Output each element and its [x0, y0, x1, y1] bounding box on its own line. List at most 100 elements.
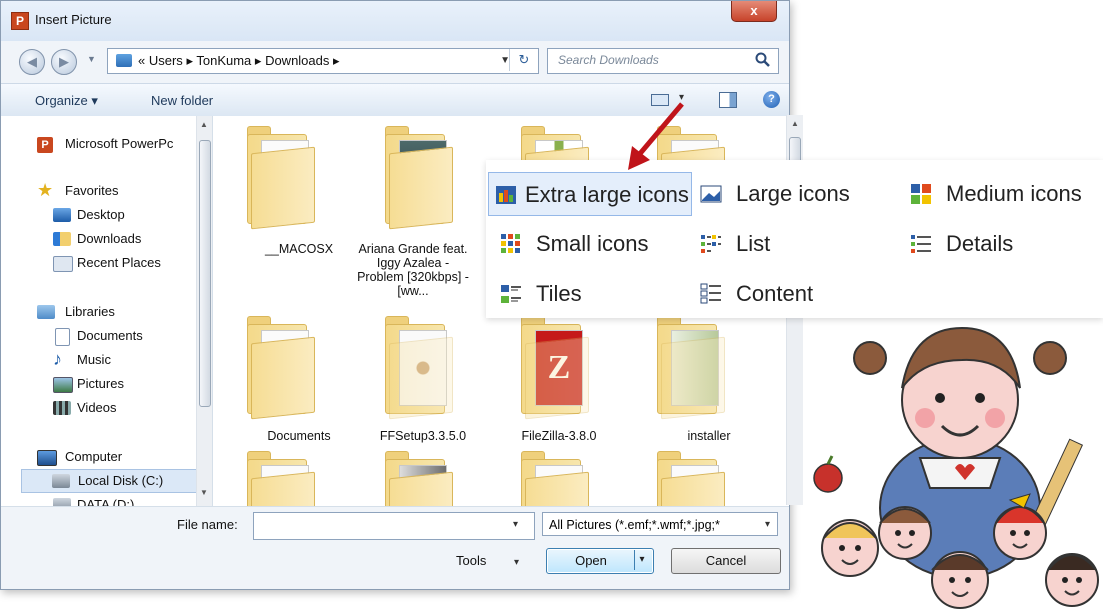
navigation-pane: P Microsoft PowerPc ★ Favorites Desktop … — [1, 116, 213, 506]
nav-item-label: Pictures — [77, 376, 124, 391]
extra-large-icons-icon — [496, 186, 516, 204]
folder-icon — [116, 54, 132, 67]
folder-icon[interactable] — [657, 316, 731, 420]
tiles-icon — [501, 285, 521, 303]
libraries-icon — [37, 305, 55, 319]
breadcrumb-overflow[interactable]: « — [138, 53, 145, 68]
breadcrumb-separator[interactable]: ▸ — [333, 53, 340, 68]
file-type-dropdown-icon[interactable]: ▾ — [765, 519, 770, 530]
nav-scrollbar[interactable]: ▲ ▼ — [196, 116, 212, 506]
menu-item-label: List — [736, 231, 771, 256]
view-options-menu: Extra large icons Large icons Medium ico… — [486, 160, 1103, 318]
nav-scroll-thumb[interactable] — [199, 140, 211, 407]
scroll-up-icon[interactable]: ▲ — [791, 119, 799, 128]
nav-item-label: Libraries — [65, 304, 115, 319]
menu-item-extra-large-icons[interactable]: Extra large icons — [488, 172, 692, 216]
nav-item-label: Favorites — [65, 183, 119, 198]
star-icon: ★ — [37, 180, 54, 200]
content-icon — [700, 283, 721, 304]
list-icon — [701, 235, 721, 253]
breadcrumb-tonkuma[interactable]: TonKuma — [196, 53, 251, 68]
folder-icon[interactable] — [385, 451, 459, 506]
medium-icons-icon — [911, 184, 931, 204]
menu-item-label: Extra large icons — [525, 182, 689, 207]
powerpoint-icon: P — [11, 12, 29, 30]
search-input[interactable]: Search Downloads — [547, 48, 779, 74]
music-icon: ♪ — [53, 349, 62, 369]
menu-item-label: Large icons — [736, 181, 850, 206]
downloads-icon — [53, 232, 71, 246]
file-label[interactable]: Documents — [239, 429, 359, 443]
folder-icon[interactable] — [247, 451, 321, 506]
children-illustration — [813, 326, 1099, 609]
dialog-title: Insert Picture — [35, 12, 112, 27]
nav-item-label: Music — [77, 352, 111, 367]
nav-item-local-disk[interactable]: Local Disk (C:) — [21, 469, 197, 493]
red-arrow-pointer — [628, 102, 684, 170]
nav-item-label: Microsoft PowerPc — [65, 136, 174, 151]
folder-icon[interactable] — [657, 451, 731, 506]
file-label[interactable]: Ariana Grande feat. Iggy Azalea - Proble… — [353, 242, 473, 298]
address-bar[interactable]: « Users ▸ TonKuma ▸ Downloads ▸ ▼ — [107, 48, 539, 74]
file-label[interactable]: FileZilla-3.8.0 — [499, 429, 619, 443]
open-options-dropdown-icon[interactable]: ▾ — [634, 550, 649, 570]
preview-pane-icon[interactable] — [719, 92, 737, 108]
desktop-icon — [53, 208, 71, 222]
menu-item-label: Small icons — [536, 231, 649, 256]
file-name-dropdown-icon[interactable]: ▾ — [513, 519, 518, 530]
breadcrumb-separator[interactable]: ▸ — [255, 53, 262, 68]
organize-button[interactable]: Organize ▾ — [35, 93, 98, 109]
file-label[interactable]: FFSetup3.3.5.0 — [363, 429, 483, 443]
scroll-down-icon[interactable]: ▼ — [200, 488, 208, 497]
nav-item-label: Videos — [77, 400, 117, 415]
nav-item-label: Recent Places — [77, 255, 161, 270]
file-label[interactable]: installer — [649, 429, 769, 443]
file-name-input[interactable] — [253, 512, 535, 540]
file-name-label: File name: — [177, 517, 238, 532]
large-icons-icon — [700, 185, 722, 203]
help-icon[interactable]: ? — [763, 91, 780, 108]
back-button[interactable]: ◀ — [19, 49, 45, 75]
nav-item-label: Local Disk (C:) — [78, 473, 164, 488]
cancel-button[interactable]: Cancel — [671, 548, 781, 574]
recent-places-icon — [53, 256, 73, 272]
nav-item-label: DATA (D:) — [77, 497, 135, 506]
computer-icon — [37, 450, 57, 466]
folder-icon[interactable] — [385, 316, 459, 420]
nav-item-label: Computer — [65, 449, 123, 464]
videos-icon — [53, 401, 71, 415]
menu-item-label: Details — [946, 231, 1014, 256]
new-folder-button[interactable]: New folder — [151, 93, 213, 108]
tools-button[interactable]: Tools — [456, 553, 486, 568]
details-icon — [911, 235, 931, 253]
forward-button[interactable]: ▶ — [51, 49, 77, 75]
folder-icon[interactable]: Z — [521, 316, 595, 420]
file-type-select[interactable]: All Pictures (*.emf;*.wmf;*.jpg;* — [542, 512, 778, 536]
folder-icon[interactable] — [247, 316, 321, 420]
documents-icon — [55, 328, 70, 346]
small-icons-icon — [501, 234, 520, 253]
scroll-up-icon[interactable]: ▲ — [200, 120, 208, 129]
nav-item-label: Desktop — [77, 207, 125, 222]
folder-icon[interactable] — [521, 451, 595, 506]
open-label: Open — [575, 553, 607, 568]
tools-dropdown-icon[interactable]: ▾ — [514, 557, 519, 568]
menu-item-label: Medium icons — [946, 181, 1082, 206]
nav-item-label: Documents — [77, 328, 143, 343]
refresh-button[interactable]: ↻ — [509, 49, 538, 71]
folder-icon[interactable] — [385, 126, 459, 230]
disk-icon — [53, 498, 71, 506]
search-icon[interactable] — [754, 51, 772, 69]
recent-locations-dropdown[interactable]: ▼ — [87, 54, 96, 64]
disk-icon — [52, 474, 70, 488]
close-button[interactable]: x — [731, 1, 777, 22]
breadcrumb-separator[interactable]: ▸ — [186, 53, 193, 68]
breadcrumb-downloads[interactable]: Downloads — [265, 53, 329, 68]
menu-item-label: Tiles — [536, 281, 582, 306]
breadcrumb-users[interactable]: Users — [149, 53, 183, 68]
search-placeholder: Search Downloads — [558, 53, 659, 67]
pictures-icon — [53, 377, 73, 393]
folder-icon[interactable] — [247, 126, 321, 230]
title-bar: P Insert Picture x — [1, 1, 789, 41]
file-label[interactable]: __MACOSX — [239, 242, 359, 256]
